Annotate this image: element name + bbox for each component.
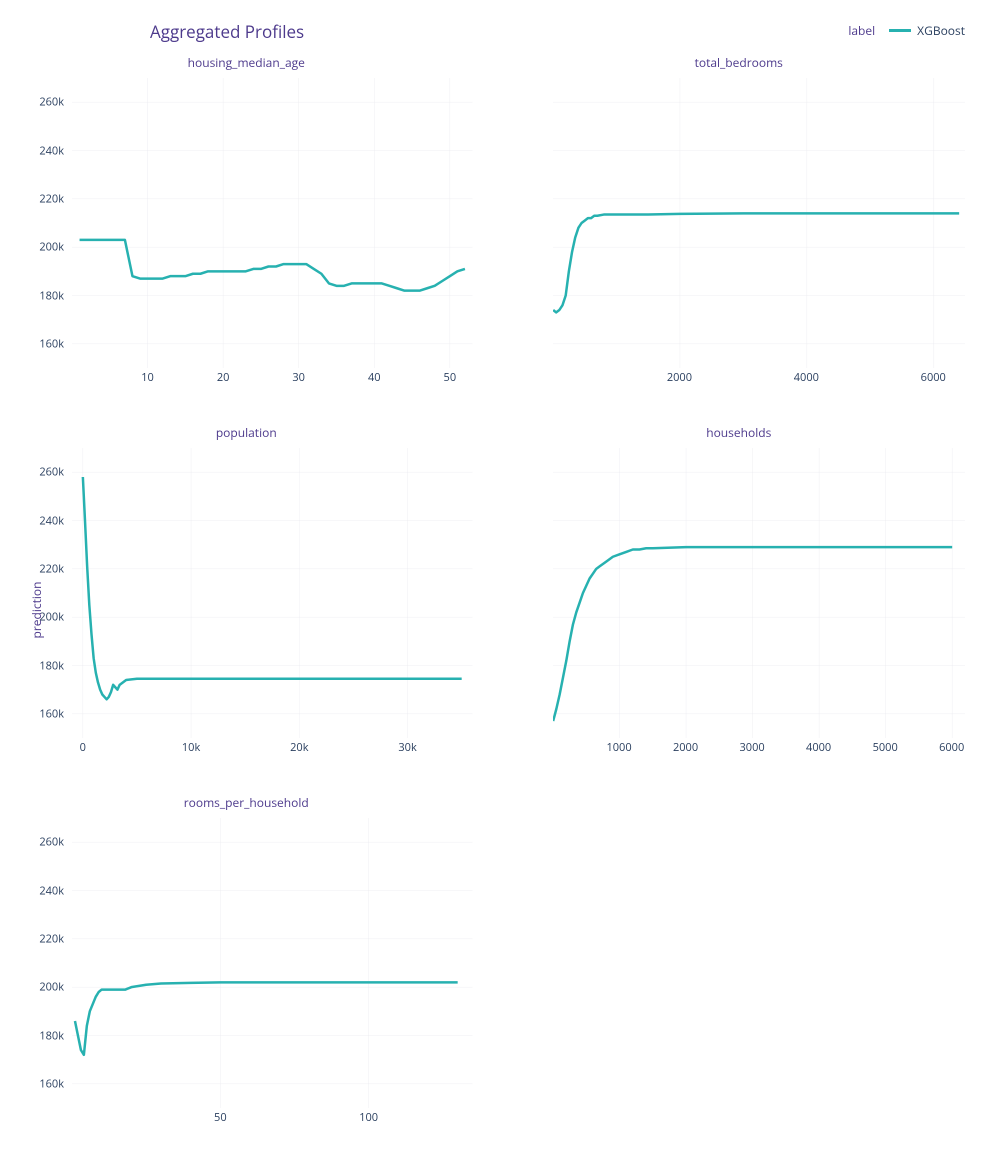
x-tick-label: 1000 (606, 740, 631, 755)
plot-area[interactable] (72, 78, 473, 368)
y-tick-label: 180k (39, 1028, 64, 1043)
panel-grid: housing_median_age 160k 180k 200k 220k 240k 26… (0, 50, 985, 1160)
y-tick-label: 260k (39, 95, 64, 110)
plot-area[interactable] (553, 78, 966, 368)
x-tick-label: 50 (214, 1110, 227, 1125)
chart-container: Aggregated Profiles label XGBoost housin… (0, 0, 985, 1169)
y-tick-label: 240k (39, 513, 64, 528)
main-title: Aggregated Profiles (150, 20, 304, 43)
y-tick-label: 240k (39, 143, 64, 158)
legend-title-label: label (848, 22, 875, 39)
x-tick-label: 10k (182, 740, 200, 755)
legend-swatch-icon (889, 29, 911, 32)
x-ticks: 2000 4000 6000 (553, 370, 966, 390)
x-tick-label: 4000 (806, 740, 831, 755)
panel-housing-median-age: housing_median_age 160k 180k 200k 220k 240k 26… (0, 50, 493, 420)
x-tick-label: 0 (80, 740, 86, 755)
panel-population: population160k180k200k220k240k260k010k20… (0, 420, 493, 790)
plot-area[interactable] (72, 818, 473, 1108)
x-ticks: 0 10k 20k 30k (72, 740, 473, 760)
x-tick-label: 6000 (921, 370, 946, 385)
panel-households: households 1000 2000 3000 4000 5000 6000 (493, 420, 985, 790)
series-line-xgboost (75, 982, 458, 1054)
y-tick-label: 200k (39, 240, 64, 255)
series-line-xgboost (83, 477, 462, 699)
y-tick-label: 240k (39, 883, 64, 898)
x-tick-label: 50 (444, 370, 457, 385)
y-tick-label: 180k (39, 288, 64, 303)
legend: label XGBoost (848, 22, 965, 39)
x-tick-label: 30k (398, 740, 416, 755)
y-tick-label: 220k (39, 191, 64, 206)
y-ticks: 160k 180k 200k 220k 240k 260k (0, 818, 68, 1108)
x-tick-label: 3000 (740, 740, 765, 755)
series-line-xgboost (80, 240, 465, 291)
y-tick-label: 220k (39, 561, 64, 576)
x-tick-label: 40 (368, 370, 381, 385)
x-tick-label: 2000 (673, 740, 698, 755)
x-tick-label: 10 (141, 370, 154, 385)
x-tick-label: 6000 (939, 740, 964, 755)
panel-rooms-per-household: rooms_per_household 160k 180k 200k 220k 240k 2… (0, 790, 493, 1160)
x-ticks: 1000 2000 3000 4000 5000 6000 (553, 740, 966, 760)
panel-title: population (0, 424, 493, 441)
y-tick-label: 180k (39, 658, 64, 673)
legend-item-label: XGBoost (917, 22, 965, 39)
panel-title: housing_median_age (0, 54, 493, 71)
y-tick-label: 260k (39, 835, 64, 850)
y-tick-label: 260k (39, 465, 64, 480)
x-ticks: 50 100 (72, 1110, 473, 1130)
empty-panel (493, 790, 985, 1160)
panel-title: rooms_per_household (0, 794, 493, 811)
y-tick-label: 160k (39, 336, 64, 351)
y-tick-label: 160k (39, 1076, 64, 1091)
y-tick-label: 160k (39, 706, 64, 721)
series-line-xgboost (553, 213, 959, 312)
plot-area[interactable] (72, 448, 473, 738)
panel-title: households (493, 424, 985, 441)
x-tick-label: 5000 (873, 740, 898, 755)
x-tick-label: 20k (290, 740, 308, 755)
x-tick-label: 20 (217, 370, 230, 385)
panel-title: total_bedrooms (493, 54, 985, 71)
x-tick-label: 2000 (667, 370, 692, 385)
x-tick-label: 100 (359, 1110, 378, 1125)
x-tick-label: 30 (292, 370, 305, 385)
plot-area[interactable] (553, 448, 966, 738)
y-ticks: 160k 180k 200k 220k 240k 260k (0, 78, 68, 368)
y-tick-label: 200k (39, 980, 64, 995)
legend-item-xgboost[interactable]: XGBoost (889, 22, 965, 39)
y-axis-label: prediction (28, 582, 45, 639)
x-tick-label: 4000 (794, 370, 819, 385)
x-ticks: 10 20 30 40 50 (72, 370, 473, 390)
panel-total-bedrooms: total_bedrooms 2000 4000 6000 (493, 50, 985, 420)
y-tick-label: 220k (39, 931, 64, 946)
